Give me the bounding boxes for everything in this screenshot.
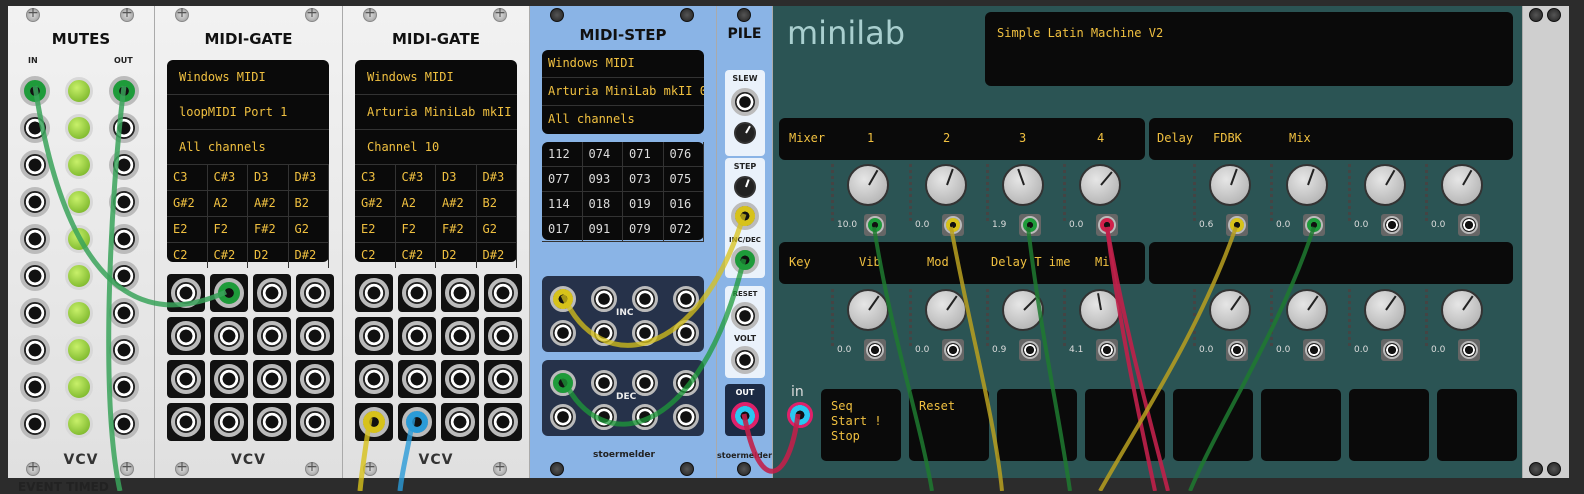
cable-yellow xyxy=(560,213,747,348)
cable-green xyxy=(1188,226,1316,491)
cable-red xyxy=(741,413,801,474)
patch-cables xyxy=(32,85,1316,491)
cable-green xyxy=(1026,226,1072,491)
cable-yellow xyxy=(1098,226,1238,491)
cable-red xyxy=(1105,226,1170,491)
cable-blue xyxy=(397,417,416,491)
cable-yellow xyxy=(357,417,373,491)
cable-green xyxy=(32,85,228,308)
cable-yellow xyxy=(949,226,1004,491)
cable-green xyxy=(872,226,934,491)
